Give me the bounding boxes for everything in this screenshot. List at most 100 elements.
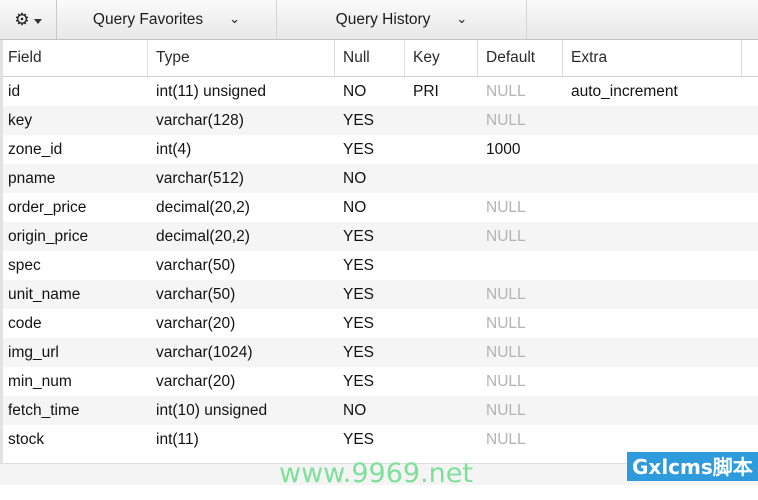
cell-default[interactable]: NULL [478,77,563,106]
cell-key[interactable] [405,280,478,309]
table-row[interactable]: min_num varchar(20) YES NULL [0,367,758,396]
cell-default[interactable]: NULL [478,106,563,135]
column-header-key[interactable]: Key [405,40,478,76]
cell-field[interactable]: fetch_time [0,396,148,425]
cell-null[interactable]: NO [335,77,405,106]
settings-gear-button[interactable]: ⚙ [0,0,57,39]
table-row[interactable]: zone_id int(4) YES 1000 [0,135,758,164]
cell-key[interactable] [405,135,478,164]
cell-extra[interactable] [563,164,742,193]
cell-type[interactable]: varchar(50) [148,280,335,309]
cell-extra[interactable] [563,280,742,309]
cell-extra[interactable] [563,193,742,222]
table-row[interactable]: pname varchar(512) NO [0,164,758,193]
cell-type[interactable]: int(11) unsigned [148,77,335,106]
table-row[interactable]: stock int(11) YES NULL [0,425,758,454]
cell-null[interactable]: YES [335,135,405,164]
table-row[interactable]: id int(11) unsigned NO PRI NULL auto_incremen… [0,77,758,106]
cell-null[interactable]: NO [335,396,405,425]
cell-field[interactable]: spec [0,251,148,280]
cell-null[interactable]: YES [335,425,405,454]
cell-key[interactable] [405,251,478,280]
table-row[interactable]: code varchar(20) YES NULL [0,309,758,338]
cell-default[interactable]: NULL [478,338,563,367]
cell-field[interactable]: img_url [0,338,148,367]
cell-field[interactable]: pname [0,164,148,193]
cell-default[interactable]: NULL [478,425,563,454]
cell-extra[interactable] [563,251,742,280]
cell-field[interactable]: origin_price [0,222,148,251]
table-row[interactable]: spec varchar(50) YES [0,251,758,280]
cell-extra[interactable]: auto_increment [563,77,742,106]
cell-extra[interactable] [563,425,742,454]
column-header-extra[interactable]: Extra [563,40,742,76]
column-header-field[interactable]: Field [0,40,148,76]
cell-key[interactable] [405,396,478,425]
cell-null[interactable]: YES [335,251,405,280]
column-header-type[interactable]: Type [148,40,335,76]
cell-default[interactable] [478,251,563,280]
query-history-button[interactable]: Query History ⌄ [277,0,527,39]
cell-key[interactable]: PRI [405,77,478,106]
table-row[interactable]: key varchar(128) YES NULL [0,106,758,135]
cell-type[interactable]: varchar(20) [148,309,335,338]
cell-extra[interactable] [563,309,742,338]
cell-type[interactable]: varchar(512) [148,164,335,193]
cell-type[interactable]: int(11) [148,425,335,454]
cell-default[interactable]: NULL [478,222,563,251]
cell-type[interactable]: varchar(20) [148,367,335,396]
query-favorites-button[interactable]: Query Favorites ⌄ [57,0,277,39]
cell-field[interactable]: order_price [0,193,148,222]
table-row[interactable]: origin_price decimal(20,2) YES NULL [0,222,758,251]
cell-null[interactable]: YES [335,106,405,135]
cell-key[interactable] [405,193,478,222]
cell-default[interactable] [478,164,563,193]
cell-field[interactable]: code [0,309,148,338]
cell-default[interactable]: NULL [478,280,563,309]
cell-key[interactable] [405,425,478,454]
cell-key[interactable] [405,164,478,193]
cell-type[interactable]: decimal(20,2) [148,193,335,222]
cell-default[interactable]: 1000 [478,135,563,164]
cell-null[interactable]: YES [335,309,405,338]
cell-type[interactable]: int(10) unsigned [148,396,335,425]
cell-field[interactable]: min_num [0,367,148,396]
cell-type[interactable]: int(4) [148,135,335,164]
cell-type[interactable]: decimal(20,2) [148,222,335,251]
cell-key[interactable] [405,367,478,396]
cell-extra[interactable] [563,338,742,367]
cell-field[interactable]: stock [0,425,148,454]
cell-key[interactable] [405,338,478,367]
cell-null[interactable]: YES [335,367,405,396]
column-header-null[interactable]: Null [335,40,405,76]
cell-default[interactable]: NULL [478,309,563,338]
cell-type[interactable]: varchar(50) [148,251,335,280]
column-header-default[interactable]: Default [478,40,563,76]
cell-extra[interactable] [563,135,742,164]
table-row[interactable]: unit_name varchar(50) YES NULL [0,280,758,309]
cell-extra[interactable] [563,106,742,135]
cell-key[interactable] [405,309,478,338]
cell-type[interactable]: varchar(1024) [148,338,335,367]
cell-default[interactable]: NULL [478,396,563,425]
cell-key[interactable] [405,106,478,135]
cell-default[interactable]: NULL [478,367,563,396]
cell-null[interactable]: YES [335,222,405,251]
table-row[interactable]: img_url varchar(1024) YES NULL [0,338,758,367]
cell-default[interactable]: NULL [478,193,563,222]
cell-field[interactable]: id [0,77,148,106]
cell-null[interactable]: YES [335,280,405,309]
cell-extra[interactable] [563,367,742,396]
table-row[interactable]: fetch_time int(10) unsigned NO NULL [0,396,758,425]
cell-extra[interactable] [563,396,742,425]
cell-null[interactable]: NO [335,193,405,222]
cell-field[interactable]: unit_name [0,280,148,309]
cell-null[interactable]: YES [335,338,405,367]
cell-field[interactable]: zone_id [0,135,148,164]
cell-field[interactable]: key [0,106,148,135]
cell-extra[interactable] [563,222,742,251]
cell-null[interactable]: NO [335,164,405,193]
table-row[interactable]: order_price decimal(20,2) NO NULL [0,193,758,222]
cell-type[interactable]: varchar(128) [148,106,335,135]
cell-key[interactable] [405,222,478,251]
